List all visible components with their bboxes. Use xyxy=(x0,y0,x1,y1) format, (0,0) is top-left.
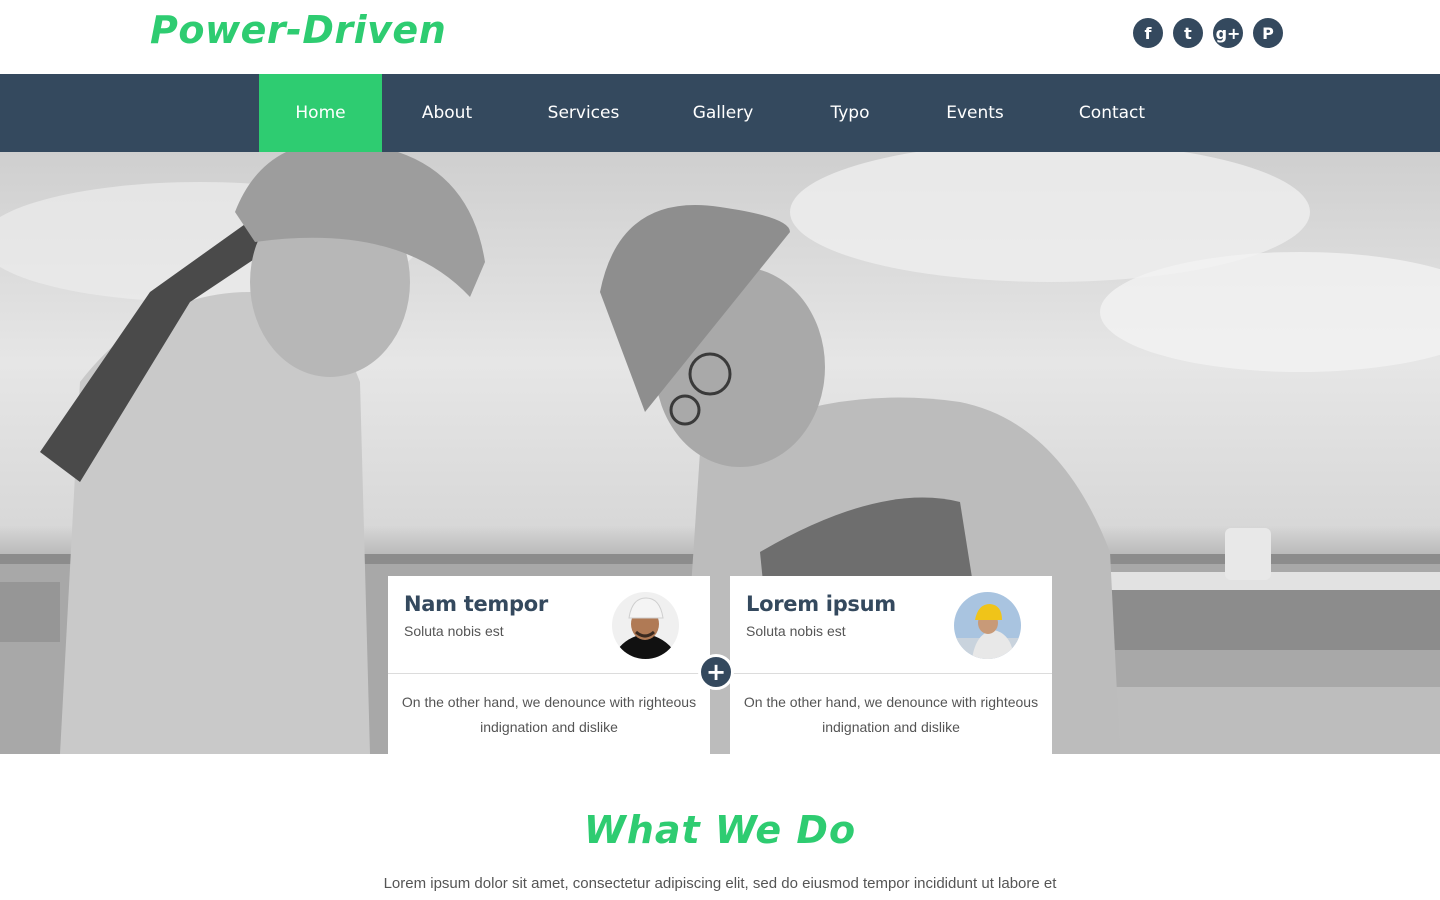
card-subtitle: Soluta nobis est xyxy=(746,623,846,639)
nav-list: Home About Services Gallery Typo Events … xyxy=(259,74,1183,152)
card-text: On the other hand, we denounce with righ… xyxy=(743,694,1039,735)
card-text: On the other hand, we denounce with righ… xyxy=(401,694,697,735)
nav-item-contact[interactable]: Contact xyxy=(1041,74,1183,152)
feature-card: Lorem ipsum Soluta nobis est On the othe… xyxy=(730,576,1052,754)
social-links: f t g+ P xyxy=(1133,18,1283,48)
main-nav: Home About Services Gallery Typo Events … xyxy=(0,74,1440,152)
avatar xyxy=(612,592,679,659)
nav-item-typo[interactable]: Typo xyxy=(791,74,909,152)
nav-item-about[interactable]: About xyxy=(382,74,512,152)
plus-icon[interactable]: + xyxy=(698,654,734,690)
card-header: Nam tempor Soluta nobis est xyxy=(388,576,710,674)
feature-card: Nam tempor Soluta nobis est On the other… xyxy=(388,576,710,754)
nav-item-home[interactable]: Home xyxy=(259,74,382,152)
nav-item-gallery[interactable]: Gallery xyxy=(655,74,791,152)
nav-item-events[interactable]: Events xyxy=(909,74,1041,152)
facebook-icon[interactable]: f xyxy=(1133,18,1163,48)
twitter-icon[interactable]: t xyxy=(1173,18,1203,48)
pinterest-icon[interactable]: P xyxy=(1253,18,1283,48)
section-text: Lorem ipsum dolor sit amet, consectetur … xyxy=(383,875,1057,892)
card-title: Lorem ipsum xyxy=(746,592,896,616)
card-title: Nam tempor xyxy=(404,592,548,616)
card-subtitle: Soluta nobis est xyxy=(404,623,504,639)
google-plus-icon[interactable]: g+ xyxy=(1213,18,1243,48)
site-logo[interactable]: Power-Driven xyxy=(150,8,446,52)
site-header: Power-Driven f t g+ P xyxy=(0,0,1440,74)
card-header: Lorem ipsum Soluta nobis est xyxy=(730,576,1052,674)
nav-item-services[interactable]: Services xyxy=(512,74,655,152)
section-title: What We Do xyxy=(583,808,857,852)
avatar xyxy=(954,592,1021,659)
